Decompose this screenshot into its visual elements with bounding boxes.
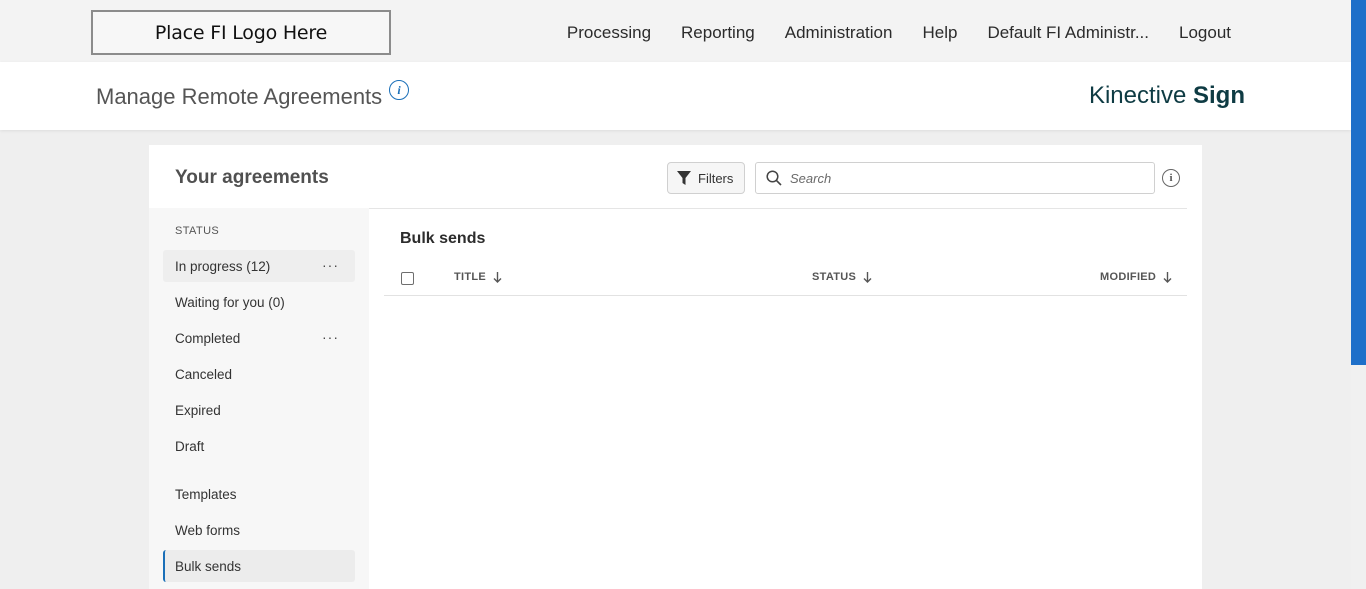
page-title: Manage Remote Agreements (96, 84, 383, 109)
sidebar-item-label: Completed (175, 330, 241, 346)
column-title-label: TITLE (454, 271, 487, 283)
column-modified-label: MODIFIED (1100, 271, 1157, 283)
more-options-icon[interactable]: ··· (322, 258, 339, 272)
sidebar-item-bulk-sends[interactable]: Bulk sends (163, 550, 355, 582)
search-info-icon[interactable]: i (1162, 169, 1180, 187)
page-header: Manage Remote Agreements i Kinective Sig… (0, 62, 1351, 130)
sidebar-item-label: Bulk sends (175, 558, 242, 574)
select-all-checkbox[interactable] (401, 272, 414, 285)
info-icon[interactable]: i (389, 80, 409, 100)
filters-button[interactable]: Filters (667, 162, 745, 194)
sidebar-item-in-progress[interactable]: In progress (12) ··· (163, 250, 355, 282)
page-scrollbar[interactable] (1351, 0, 1366, 589)
filter-icon (677, 170, 691, 185)
column-title[interactable]: TITLE (454, 271, 502, 283)
sidebar-item-expired[interactable]: Expired (163, 394, 355, 426)
panel-title: Your agreements (175, 167, 329, 188)
brand-name-light: Kinective (1088, 82, 1187, 109)
nav-help[interactable]: Help (922, 23, 957, 43)
nav-processing[interactable]: Processing (567, 23, 651, 43)
more-options-icon[interactable]: ··· (322, 330, 339, 344)
sidebar-item-label: In progress (12) (175, 258, 271, 274)
filters-label: Filters (698, 170, 734, 186)
sidebar-item-waiting-for-you[interactable]: Waiting for you (0) (163, 286, 355, 318)
scrollbar-thumb[interactable] (1351, 0, 1366, 365)
fi-logo-placeholder: Place FI Logo Here (91, 10, 391, 55)
nav-administration[interactable]: Administration (785, 23, 893, 43)
sidebar-item-label: Canceled (175, 366, 233, 382)
nav-reporting[interactable]: Reporting (681, 23, 755, 43)
sidebar-item-label: Draft (175, 438, 205, 454)
sidebar-item-label: Expired (175, 402, 221, 418)
sidebar-item-templates[interactable]: Templates (163, 478, 355, 510)
search-field[interactable] (755, 162, 1155, 194)
search-input[interactable] (790, 170, 1150, 186)
column-status-label: STATUS (812, 271, 857, 283)
column-status[interactable]: STATUS (812, 271, 872, 283)
status-heading: STATUS (175, 225, 220, 237)
status-sidebar: STATUS In progress (12) ··· Waiting for … (149, 208, 369, 589)
brand-logo: Kinective Sign (1089, 82, 1245, 110)
table-header: TITLE STATUS MODIFIED (384, 261, 1187, 296)
search-icon (766, 170, 782, 186)
top-navigation-bar: Place FI Logo Here Processing Reporting … (0, 0, 1351, 62)
brand-name-bold: Sign (1193, 82, 1245, 109)
agreements-panel: Your agreements Filters i STATUS In prog… (149, 145, 1202, 589)
sidebar-item-web-forms[interactable]: Web forms (163, 514, 355, 546)
sort-down-icon (493, 271, 502, 283)
nav-user-menu[interactable]: Default FI Administr... (987, 23, 1149, 43)
sidebar-item-label: Templates (175, 486, 237, 502)
sidebar-item-canceled[interactable]: Canceled (163, 358, 355, 390)
sidebar-item-label: Waiting for you (0) (175, 294, 285, 310)
sidebar-item-draft[interactable]: Draft (163, 430, 355, 462)
column-modified[interactable]: MODIFIED (1100, 271, 1172, 283)
main-nav: Processing Reporting Administration Help… (537, 0, 1231, 66)
nav-logout[interactable]: Logout (1179, 23, 1231, 43)
sort-down-icon (863, 271, 872, 283)
section-title: Bulk sends (400, 230, 486, 247)
sidebar-item-label: Web forms (175, 522, 241, 538)
sort-down-icon (1163, 271, 1172, 283)
sidebar-item-completed[interactable]: Completed ··· (163, 322, 355, 354)
header-divider (369, 208, 1187, 209)
